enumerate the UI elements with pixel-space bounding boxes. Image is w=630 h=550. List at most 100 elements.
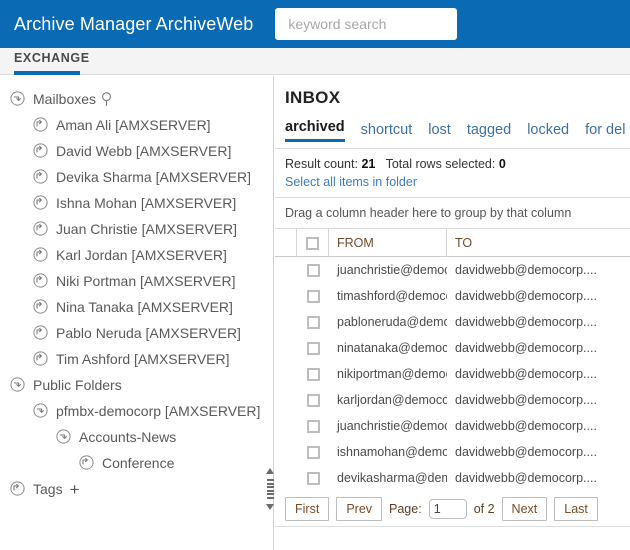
- table-row[interactable]: juanchristie@democorp....davidwebb@democ…: [275, 413, 630, 439]
- total-selected-value: 0: [499, 157, 506, 171]
- collapse-down-icon[interactable]: [266, 504, 274, 510]
- tree-node[interactable]: Tags+: [0, 476, 266, 502]
- expand-down-arrow-icon[interactable]: [10, 91, 27, 108]
- tree-node[interactable]: Mailboxes: [0, 86, 266, 112]
- row-checkbox[interactable]: [307, 420, 320, 433]
- next-page-button[interactable]: Next: [502, 497, 548, 521]
- row-checkbox[interactable]: [307, 316, 320, 329]
- page-title: INBOX: [275, 76, 630, 108]
- tree-node[interactable]: Karl Jordan [AMXSERVER]: [0, 242, 266, 268]
- row-select-cell[interactable]: [297, 387, 329, 413]
- tree-node[interactable]: pfmbx-democorp [AMXSERVER]: [0, 398, 266, 424]
- table-row[interactable]: pabloneruda@democor...davidwebb@democorp…: [275, 309, 630, 335]
- row-checkbox[interactable]: [307, 342, 320, 355]
- cell-from: nikiportman@democor...: [329, 361, 447, 387]
- module-tab-bar: EXCHANGE: [0, 48, 630, 75]
- cell-from: pabloneruda@democor...: [329, 309, 447, 335]
- expand-down-arrow-icon[interactable]: [56, 429, 73, 446]
- row-checkbox[interactable]: [307, 394, 320, 407]
- column-header-to[interactable]: TO: [447, 229, 630, 257]
- table-row[interactable]: juanchristie@democorp....davidwebb@democ…: [275, 257, 630, 283]
- tab-exchange[interactable]: EXCHANGE: [14, 51, 90, 65]
- tree-node[interactable]: Niki Portman [AMXSERVER]: [0, 268, 266, 294]
- tree-node[interactable]: Pablo Neruda [AMXSERVER]: [0, 320, 266, 346]
- view-tab-for-del[interactable]: for del: [585, 122, 625, 142]
- table-row[interactable]: nikiportman@democor...davidwebb@democorp…: [275, 361, 630, 387]
- view-tab-tagged[interactable]: tagged: [467, 122, 511, 142]
- row-select-cell[interactable]: [297, 283, 329, 309]
- cell-to: davidwebb@democorp....: [447, 335, 630, 361]
- splitter-grip[interactable]: [266, 468, 274, 510]
- expand-right-arrow-icon[interactable]: [33, 299, 50, 316]
- tree-node[interactable]: Conference: [0, 450, 266, 476]
- tree-node[interactable]: Tim Ashford [AMXSERVER]: [0, 346, 266, 372]
- expand-down-arrow-icon[interactable]: [10, 377, 27, 394]
- row-checkbox[interactable]: [307, 368, 320, 381]
- tree-node[interactable]: Public Folders: [0, 372, 266, 398]
- tree-node[interactable]: Juan Christie [AMXSERVER]: [0, 216, 266, 242]
- cell-to: davidwebb@democorp....: [447, 283, 630, 309]
- prev-page-button[interactable]: Prev: [336, 497, 382, 521]
- row-checkbox[interactable]: [307, 290, 320, 303]
- view-tab-lost[interactable]: lost: [428, 122, 451, 142]
- page-number-input[interactable]: [429, 499, 467, 519]
- expand-right-arrow-icon[interactable]: [33, 247, 50, 264]
- row-checkbox[interactable]: [307, 446, 320, 459]
- row-select-cell[interactable]: [297, 465, 329, 491]
- tree-node-label: Accounts-News: [79, 429, 176, 445]
- pin-icon[interactable]: [101, 92, 112, 106]
- expand-right-arrow-icon[interactable]: [33, 221, 50, 238]
- expand-right-arrow-icon[interactable]: [10, 481, 27, 498]
- expand-right-arrow-icon[interactable]: [33, 351, 50, 368]
- last-page-button[interactable]: Last: [554, 497, 598, 521]
- tree-node-label: Nina Tanaka [AMXSERVER]: [56, 299, 233, 315]
- expand-right-arrow-icon[interactable]: [33, 195, 50, 212]
- row-spacer-cell: [275, 361, 297, 387]
- cell-from: devikasharma@democo...: [329, 465, 447, 491]
- expand-right-arrow-icon[interactable]: [33, 169, 50, 186]
- select-all-items-link[interactable]: Select all items in folder: [285, 175, 620, 189]
- view-tab-locked[interactable]: locked: [527, 122, 569, 142]
- first-page-button[interactable]: First: [285, 497, 329, 521]
- expand-right-arrow-icon[interactable]: [33, 273, 50, 290]
- table-row[interactable]: devikasharma@democo...davidwebb@democorp…: [275, 465, 630, 491]
- select-all-checkbox[interactable]: [306, 237, 319, 250]
- tree-node[interactable]: Ishna Mohan [AMXSERVER]: [0, 190, 266, 216]
- row-select-cell[interactable]: [297, 413, 329, 439]
- cell-to: davidwebb@democorp....: [447, 387, 630, 413]
- add-tag-plus-icon[interactable]: +: [70, 481, 80, 498]
- cell-from: juanchristie@democorp....: [329, 257, 447, 283]
- tree-node[interactable]: Accounts-News: [0, 424, 266, 450]
- table-row[interactable]: timashford@democorp....davidwebb@democor…: [275, 283, 630, 309]
- row-select-cell[interactable]: [297, 335, 329, 361]
- row-select-cell[interactable]: [297, 257, 329, 283]
- row-select-cell[interactable]: [297, 309, 329, 335]
- view-tab-shortcut[interactable]: shortcut: [361, 122, 413, 142]
- row-select-cell[interactable]: [297, 439, 329, 465]
- expand-down-arrow-icon[interactable]: [33, 403, 50, 420]
- table-row[interactable]: karljordan@democorp.c...davidwebb@democo…: [275, 387, 630, 413]
- group-by-dropzone[interactable]: Drag a column header here to group by th…: [275, 197, 630, 229]
- row-checkbox[interactable]: [307, 472, 320, 485]
- tree-node[interactable]: David Webb [AMXSERVER]: [0, 138, 266, 164]
- tree-node[interactable]: Aman Ali [AMXSERVER]: [0, 112, 266, 138]
- panel-splitter[interactable]: [266, 76, 274, 550]
- row-checkbox[interactable]: [307, 264, 320, 277]
- table-row[interactable]: ninatanaka@democorp....davidwebb@democor…: [275, 335, 630, 361]
- grip-lines-icon: [267, 479, 274, 499]
- tree-node[interactable]: Devika Sharma [AMXSERVER]: [0, 164, 266, 190]
- row-select-cell[interactable]: [297, 361, 329, 387]
- collapse-up-icon[interactable]: [266, 468, 274, 474]
- search-input[interactable]: [275, 8, 457, 40]
- expand-right-arrow-icon[interactable]: [33, 325, 50, 342]
- expand-right-arrow-icon[interactable]: [33, 117, 50, 134]
- column-header-from[interactable]: FROM: [329, 229, 447, 257]
- expand-right-arrow-icon[interactable]: [33, 143, 50, 160]
- tree-node-label: Conference: [102, 455, 174, 471]
- tree-node[interactable]: Nina Tanaka [AMXSERVER]: [0, 294, 266, 320]
- grid-header-select-all[interactable]: [297, 229, 329, 257]
- view-tab-archived[interactable]: archived: [285, 119, 345, 142]
- table-row[interactable]: ishnamohan@democor...davidwebb@democorp.…: [275, 439, 630, 465]
- tree-node-label: Juan Christie [AMXSERVER]: [56, 221, 237, 237]
- expand-right-arrow-icon[interactable]: [79, 455, 96, 472]
